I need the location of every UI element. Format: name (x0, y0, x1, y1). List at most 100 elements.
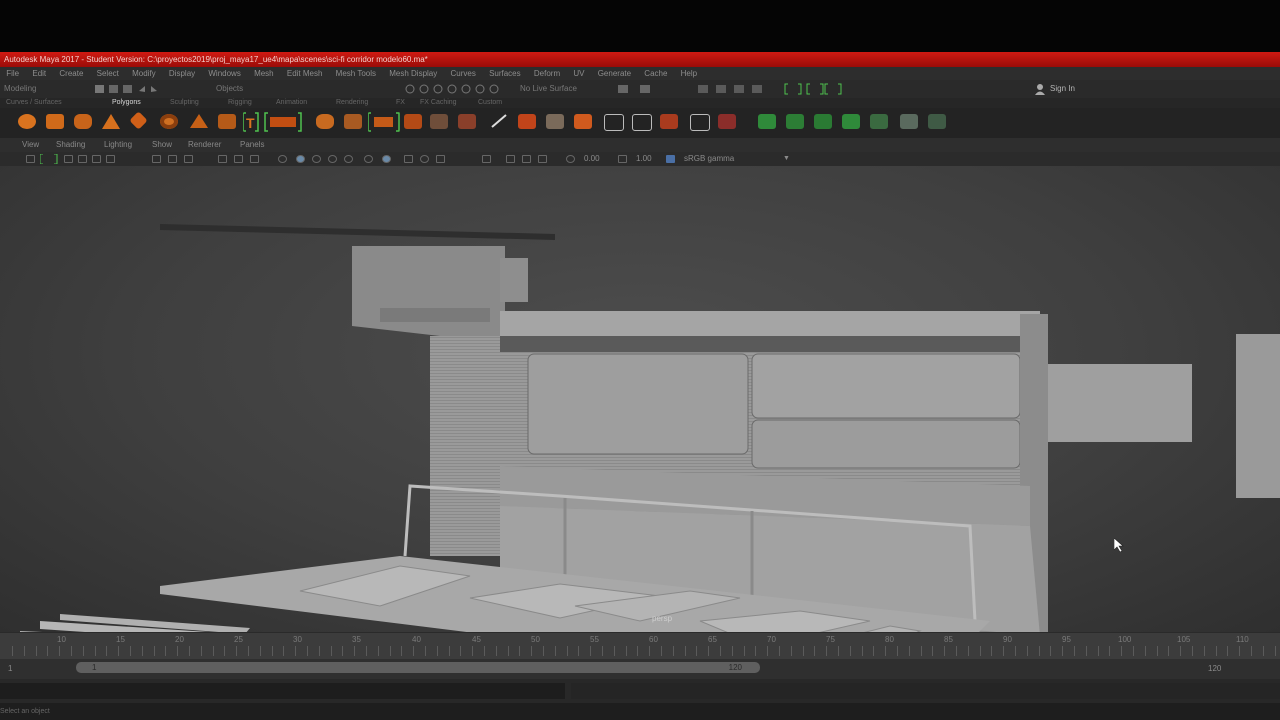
uv-cylindrical-icon[interactable] (786, 114, 804, 129)
bevel-icon[interactable] (518, 114, 536, 129)
bookmark-icon[interactable] (64, 155, 73, 163)
poly-pyramid-icon[interactable] (190, 114, 208, 128)
insert-edge-loop-icon[interactable] (604, 114, 624, 131)
mel-input[interactable] (0, 683, 565, 699)
shelf-tab-polygons[interactable]: Polygons (112, 98, 141, 108)
separate-icon[interactable] (344, 114, 362, 129)
panel-menu-renderer[interactable]: Renderer (188, 138, 221, 152)
panel-menu-lighting[interactable]: Lighting (104, 138, 132, 152)
menu-surfaces[interactable]: Surfaces (489, 67, 521, 80)
append-icon[interactable] (574, 114, 592, 129)
menu-select[interactable]: Select (97, 67, 119, 80)
booleans-icon[interactable] (404, 114, 422, 129)
grid-icon[interactable] (152, 155, 161, 163)
menu-cache[interactable]: Cache (644, 67, 667, 80)
menu-set-dropdown[interactable]: Modeling (4, 80, 36, 98)
shelf-tab-fx-caching[interactable]: FX Caching (420, 98, 457, 108)
uv-automatic-icon[interactable] (842, 114, 860, 129)
poly-torus-icon[interactable] (160, 114, 178, 129)
shelf-tab-animation[interactable]: Animation (276, 98, 307, 108)
panel-menu-show[interactable]: Show (152, 138, 172, 152)
xray-icon[interactable] (506, 155, 515, 163)
command-line[interactable] (0, 679, 1280, 703)
poly-text-icon[interactable]: T (243, 111, 303, 133)
live-surface-field[interactable]: No Live Surface (520, 80, 577, 98)
view-transform-dropdown[interactable]: sRGB gamma (684, 152, 734, 166)
shelf-tab-custom[interactable]: Custom (478, 98, 502, 108)
multi-cut-icon[interactable] (490, 113, 510, 129)
smooth-icon[interactable] (368, 111, 400, 133)
menu-mesh[interactable]: Mesh (254, 67, 274, 80)
resolution-gate-icon[interactable] (184, 155, 193, 163)
screen-space-ao-icon[interactable] (382, 155, 391, 163)
multisample-aa-icon[interactable] (420, 155, 429, 163)
smooth-shade-icon[interactable] (296, 155, 305, 163)
menu-mesh-tools[interactable]: Mesh Tools (336, 67, 376, 80)
render-icons[interactable] (598, 82, 858, 96)
shelf-tab-curves[interactable]: Curves / Surfaces (6, 98, 62, 108)
file-tools-icons[interactable] (95, 83, 175, 95)
select-objects-mode[interactable]: Objects (216, 80, 243, 98)
gamma-field[interactable]: 1.00 (636, 152, 652, 166)
panel-menu-panels[interactable]: Panels (240, 138, 264, 152)
sign-in-button[interactable]: Sign In (1050, 80, 1075, 98)
color-management-icon[interactable] (666, 155, 675, 163)
menu-create[interactable]: Create (59, 67, 83, 80)
menu-modify[interactable]: Modify (132, 67, 156, 80)
panel-menu-shading[interactable]: Shading (56, 138, 85, 152)
shadows-icon[interactable] (364, 155, 373, 163)
camera-attributes-icon[interactable] (40, 154, 58, 164)
menu-curves[interactable]: Curves (450, 67, 475, 80)
uv-editor-icon[interactable] (870, 114, 888, 129)
uv-unfold-icon[interactable] (928, 114, 946, 129)
image-plane-icon[interactable] (78, 155, 87, 163)
poly-cube-icon[interactable] (46, 114, 64, 129)
menu-edit-mesh[interactable]: Edit Mesh (287, 67, 323, 80)
select-camera-icon[interactable] (26, 155, 35, 163)
shelf-tab-rigging[interactable]: Rigging (228, 98, 252, 108)
uv-spherical-icon[interactable] (814, 114, 832, 129)
uv-layout-icon[interactable] (900, 114, 918, 129)
perspective-viewport[interactable]: persp (0, 166, 1280, 632)
depth-of-field-icon[interactable] (436, 155, 445, 163)
panel-menu-view[interactable]: View (22, 138, 39, 152)
motion-blur-icon[interactable] (404, 155, 413, 163)
shelf-tab-sculpting[interactable]: Sculpting (170, 98, 199, 108)
shelf-tab-rendering[interactable]: Rendering (336, 98, 368, 108)
film-gate-icon[interactable] (168, 155, 177, 163)
time-slider[interactable]: 10 15 20 25 30 35 40 45 50 55 60 65 70 7… (0, 632, 1280, 660)
safe-action-icon[interactable] (250, 155, 259, 163)
offset-edge-loop-icon[interactable] (632, 114, 652, 131)
fill-hole-icon[interactable] (690, 114, 710, 131)
snap-icons[interactable] (405, 83, 515, 95)
gate-mask-icon[interactable] (218, 155, 227, 163)
shelf-tab-fx[interactable]: FX (396, 98, 405, 108)
merge-icon[interactable] (660, 114, 678, 129)
xray-components-icon[interactable] (538, 155, 547, 163)
poly-cylinder-icon[interactable] (74, 114, 92, 129)
textured-icon[interactable] (328, 155, 337, 163)
range-start-field[interactable]: 1 (8, 664, 12, 673)
field-chart-icon[interactable] (234, 155, 243, 163)
exposure-field[interactable]: 0.00 (584, 152, 600, 166)
menu-uv[interactable]: UV (573, 67, 584, 80)
wireframe-on-shaded-icon[interactable] (312, 155, 321, 163)
use-all-lights-icon[interactable] (344, 155, 353, 163)
menu-help[interactable]: Help (681, 67, 697, 80)
combine-icon[interactable] (316, 114, 334, 129)
range-slider-track[interactable]: 1 120 (76, 662, 760, 673)
chevron-down-icon[interactable]: ▼ (783, 152, 790, 166)
range-end-field[interactable]: 120 (1208, 664, 1221, 673)
poly-plane-icon[interactable] (129, 111, 148, 130)
poly-sphere-icon[interactable] (18, 114, 36, 129)
menu-display[interactable]: Display (169, 67, 195, 80)
xray-joints-icon[interactable] (522, 155, 531, 163)
extrude-icon[interactable] (458, 114, 476, 129)
menu-generate[interactable]: Generate (598, 67, 631, 80)
bridge-icon[interactable] (546, 114, 564, 129)
isolate-select-icon[interactable] (482, 155, 491, 163)
wireframe-icon[interactable] (278, 155, 287, 163)
menu-file[interactable]: File (6, 67, 19, 80)
poly-pipe-icon[interactable] (218, 114, 236, 129)
uv-planar-icon[interactable] (758, 114, 776, 129)
